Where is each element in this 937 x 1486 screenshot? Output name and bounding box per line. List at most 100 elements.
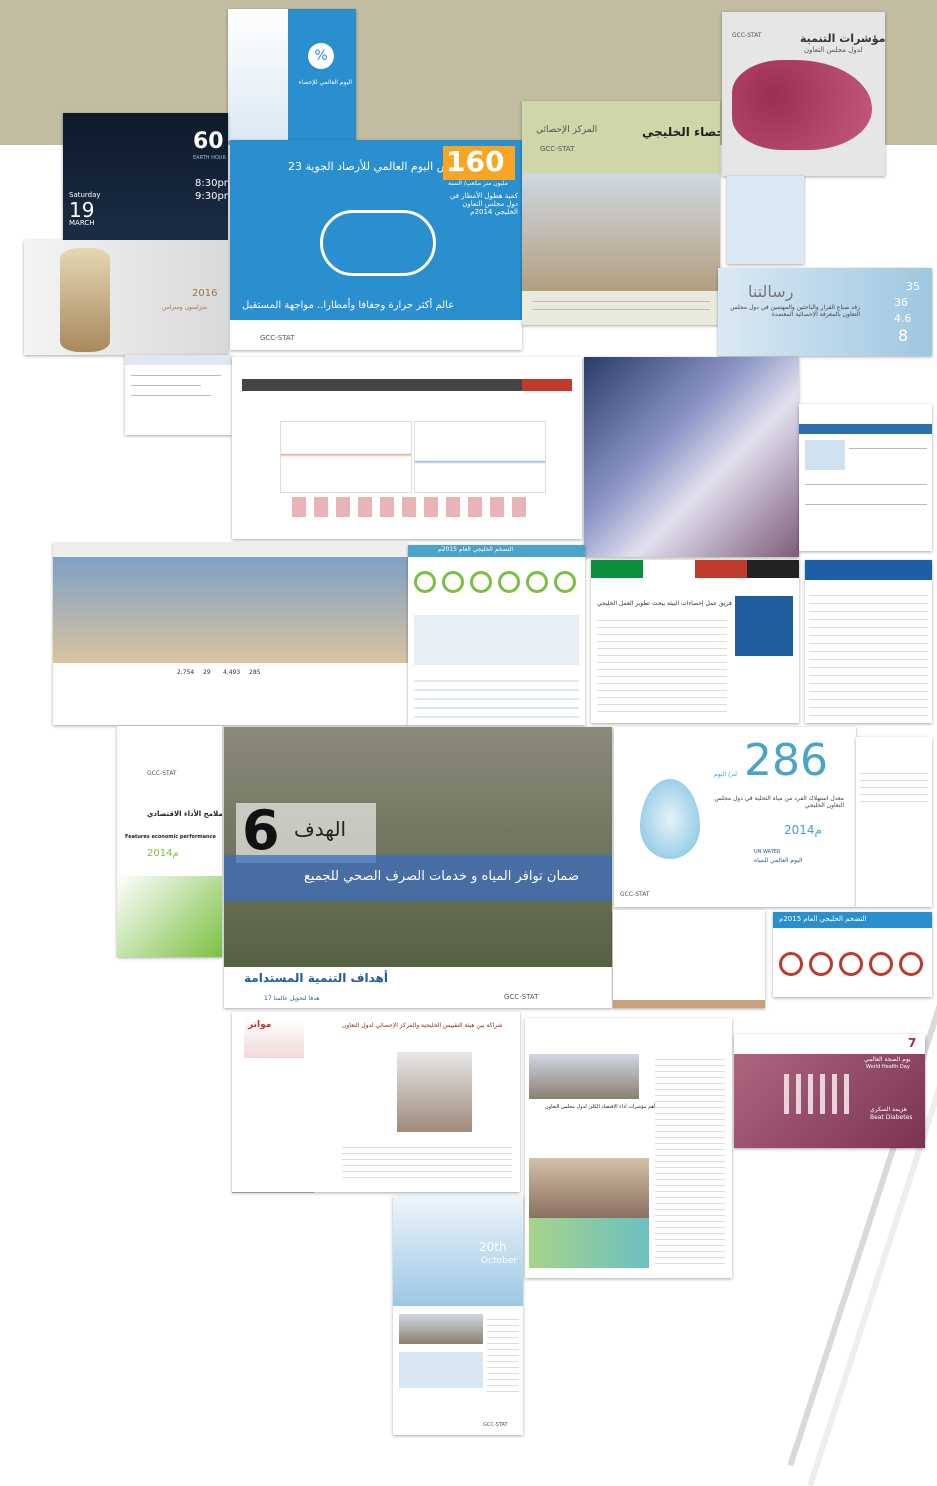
- infographic: [414, 615, 579, 665]
- water-unit: لتر/ اليوم: [714, 771, 737, 778]
- skyline-image: [117, 876, 222, 957]
- card-project[interactable]: مشروع التنبؤ بأهم مؤشرات أداء الاقتصاد ا…: [525, 1018, 732, 1278]
- gauge-icon: [526, 571, 548, 593]
- chart-panel: [414, 421, 546, 493]
- text-block: [487, 1314, 519, 1394]
- card-statistics-day[interactable]: % اليوم العالمي للإحصاء: [228, 9, 356, 141]
- browser-header: [799, 424, 932, 434]
- card-health-text[interactable]: [856, 737, 932, 907]
- card-goal-6[interactable]: 6 الهدف ضمان توافر المياه و خدمات الصرف …: [224, 727, 612, 1008]
- divider: [232, 1192, 314, 1193]
- water-drop: [640, 779, 700, 859]
- water-day: اليوم العالمي للمياه: [754, 857, 803, 864]
- card-news[interactable]: فريق عمل إحصاءات البيئة يبحث تطوير العمل…: [591, 560, 799, 723]
- gcc-logo: GCC-STAT: [732, 32, 762, 39]
- card-stats-day-newsletter[interactable]: 20th October GCC-STAT: [393, 1196, 523, 1435]
- card-bloomberg[interactable]: [805, 560, 932, 723]
- stat-number: 4.6: [894, 312, 912, 325]
- message-text: رفد صناع القرار والباحثين والمهتمين في د…: [730, 304, 860, 318]
- cover-image: [53, 557, 408, 663]
- likes-count: 285: [249, 669, 261, 676]
- text-line: [131, 375, 221, 376]
- inflation-title: التضخم الخليجي العام 2015م: [779, 915, 867, 923]
- flag-header: [591, 560, 799, 578]
- card-water-day[interactable]: 286 لتر/ اليوم معدل استهلاك الفرد من ميا…: [614, 727, 856, 907]
- met-heading: 23 مارس اليوم العالمي للأرصاد الجوية: [288, 160, 465, 173]
- earth-hour-subtitle: EARTH HOUR: [193, 155, 226, 161]
- report-covers: [529, 1218, 649, 1268]
- group-photo: [529, 1054, 639, 1099]
- group-photo: [399, 1314, 483, 1344]
- followers-count: 2,754: [177, 669, 195, 676]
- gulf-stat-title: الإحصاء الخليجي: [642, 125, 720, 139]
- hourglass-image: [60, 248, 110, 352]
- water-number: 286: [744, 735, 828, 786]
- met-desc: كمية هطول الأمطار في دول مجلس التعاون ال…: [449, 192, 518, 216]
- browser-header: [805, 560, 932, 580]
- card-web-right[interactable]: [799, 404, 932, 551]
- card-earth-hour[interactable]: 60 EARTH HOUR Saturday 19 MARCH 8:30pm 9…: [63, 113, 228, 240]
- met-tagline: عالم أكثر حرارة وجفافا وأمطارا.. مواجهة …: [242, 300, 455, 311]
- card-development-indicators[interactable]: مؤشرات التنمية لدول مجلس التعاون GCC-STA…: [722, 12, 885, 176]
- text-block: [860, 767, 928, 807]
- text-line: [131, 385, 201, 386]
- browser-toolbar: [53, 543, 408, 557]
- card-hourglass[interactable]: 2016 متزامنون ومتزامن: [24, 240, 228, 355]
- card-inflation-2[interactable]: التضخم الخليجي العام 2015م: [773, 912, 932, 997]
- stat-number: 36: [894, 296, 908, 309]
- day-month: October: [481, 1256, 518, 1266]
- water-year: 2014م: [784, 823, 822, 837]
- card-white-tile[interactable]: [613, 910, 765, 1008]
- goal-number: 6: [242, 799, 280, 862]
- bar-row: [292, 497, 532, 517]
- text-line: [805, 504, 927, 505]
- card-inflation[interactable]: التضخم الخليجي العام 2015م: [408, 545, 585, 725]
- card-photo-reports[interactable]: [584, 357, 799, 557]
- card-web-small[interactable]: [125, 355, 232, 435]
- header-strip: [734, 1034, 925, 1054]
- card-partnership[interactable]: شراكة بين هيئة التقييس الخليجية والمركز …: [232, 1012, 520, 1192]
- bottom-bar: [613, 1000, 765, 1008]
- beat-diabetes: Beat Diabetes: [870, 1114, 913, 1121]
- health-day-title: يوم الصحة العالمي: [864, 1056, 911, 1063]
- card-twitter[interactable]: 2,754 29 4,493 285: [53, 543, 408, 725]
- earth-hour-number: 60: [193, 129, 224, 154]
- hourglass-text: متزامنون ومتزامن: [162, 304, 208, 311]
- text-line: [805, 484, 927, 485]
- sugar-cubes: [784, 1074, 854, 1114]
- econ-en-title: Features economic performance: [125, 834, 216, 840]
- card-meteorological-day[interactable]: 23 مارس اليوم العالمي للأرصاد الجوية 160…: [230, 140, 522, 350]
- gauge-icon: [809, 952, 833, 976]
- stat-number: 35: [906, 280, 920, 293]
- red-toolbar-active: [522, 379, 572, 391]
- card-dashboard[interactable]: [232, 357, 582, 539]
- cloud-icon: [320, 210, 436, 276]
- card-economic-performance[interactable]: GCC-STAT ملامح الأداء الاقتصادي Features…: [117, 726, 222, 957]
- screenshot-thumb: [399, 1352, 483, 1388]
- skyline-image: [228, 9, 288, 141]
- day-number: 7: [908, 1036, 917, 1050]
- text-block: [655, 1054, 725, 1264]
- econ-title: ملامح الأداء الاقتصادي: [147, 810, 222, 818]
- gcc-logo: GCC-STAT: [620, 891, 650, 898]
- partner-title: شراكة بين هيئة التقييس الخليجية والمركز …: [342, 1022, 503, 1029]
- gcc-logo: GCC-STAT: [260, 334, 295, 342]
- text-block: [809, 588, 928, 718]
- month-label: MARCH: [69, 219, 95, 227]
- gauge-icon: [554, 571, 576, 593]
- card-diabetes[interactable]: 7 يوم الصحة العالمي World Health Day هزي…: [734, 1034, 925, 1148]
- goal-label: الهدف: [294, 817, 347, 841]
- card-gulf-statistics[interactable]: الإحصاء الخليجي المركز الإحصائي GCC-STAT: [522, 101, 720, 325]
- card-blue-tile[interactable]: [727, 176, 804, 264]
- gauge-icon: [869, 952, 893, 976]
- year-label: 2016: [192, 288, 218, 299]
- table-section: [414, 673, 579, 721]
- goals-footer: أهداف التنمية المستدامة: [244, 971, 388, 985]
- text-block: [342, 1142, 512, 1182]
- percent-icon: %: [308, 43, 334, 69]
- inflation-title: التضخم الخليجي العام 2015م: [438, 546, 514, 553]
- sub-number: مليون متر مكعب/ السنة: [448, 180, 508, 187]
- card-our-message[interactable]: رسالتنا رفد صناع القرار والباحثين والمهت…: [718, 268, 932, 356]
- goals-footer-sub: 17 هدفا لتحويل عالمنا: [264, 995, 320, 1002]
- center-label: المركز الإحصائي: [536, 125, 598, 135]
